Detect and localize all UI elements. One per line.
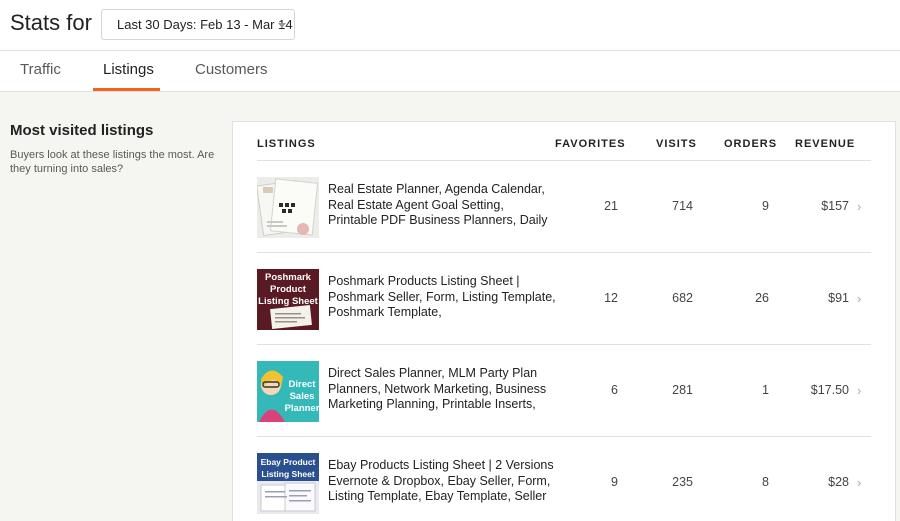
favorites-count: 21	[604, 199, 618, 213]
column-header-favorites: FAVORITES	[555, 138, 626, 150]
poshmark-thumbnail-icon: Poshmark Product Listing Sheet	[257, 269, 319, 330]
listing-title[interactable]: Poshmark Products Listing Sheet | Poshma…	[328, 274, 556, 321]
favorites-count: 12	[604, 291, 618, 305]
thumb-text-2: Listing Sheet	[261, 469, 315, 479]
listing-thumbnail: Poshmark Product Listing Sheet	[257, 269, 319, 330]
tab-traffic[interactable]: Traffic	[10, 51, 71, 91]
column-header-revenue: REVENUE	[795, 138, 856, 150]
orders-count: 1	[762, 383, 769, 397]
page-title: Stats for	[10, 10, 92, 35]
thumb-text-1: Ebay Product	[261, 457, 316, 467]
date-range-value: Last 30 Days: Feb 13 - Mar 14	[117, 17, 293, 32]
thumb-text-2: Product	[270, 284, 307, 295]
revenue-amount: $17.50	[810, 383, 849, 397]
revenue-amount: $91	[828, 291, 849, 305]
revenue-amount: $28	[828, 475, 849, 489]
thumb-text-1: Poshmark	[265, 272, 312, 283]
orders-count: 8	[762, 475, 769, 489]
listing-title[interactable]: Direct Sales Planner, MLM Party Plan Pla…	[328, 366, 556, 413]
thumb-text-3: Listing Sheet	[258, 296, 318, 307]
listing-title[interactable]: Ebay Products Listing Sheet | 2 Versions…	[328, 458, 556, 505]
orders-count: 9	[762, 199, 769, 213]
chevron-right-icon[interactable]: ›	[857, 291, 861, 306]
orders-count: 26	[755, 291, 769, 305]
favorites-count: 9	[611, 475, 618, 489]
listing-title[interactable]: Real Estate Planner, Agenda Calendar, Re…	[328, 182, 556, 229]
column-header-listings: LISTINGS	[257, 138, 316, 150]
section-intro: Most visited listings Buyers look at the…	[10, 122, 215, 176]
table-row[interactable]: Direct Sales Planner Direct Sales Planne…	[257, 345, 871, 437]
thumb-text-1: Direct	[289, 379, 317, 390]
listings-table: LISTINGS FAVORITES VISITS ORDERS REVENUE…	[232, 121, 896, 521]
tab-listings[interactable]: Listings	[93, 51, 160, 91]
table-row[interactable]: Poshmark Product Listing Sheet Poshmark …	[257, 253, 871, 345]
chevron-right-icon[interactable]: ›	[857, 199, 861, 214]
listing-thumbnail: Direct Sales Planner	[257, 361, 319, 422]
ebay-thumbnail-icon: Ebay Product Listing Sheet	[257, 453, 319, 514]
listing-thumbnail	[257, 177, 319, 238]
chevron-down-icon	[278, 23, 286, 28]
thumb-text-3: Planner	[285, 403, 319, 414]
planner-thumbnail-icon	[257, 177, 319, 238]
listing-thumbnail: Ebay Product Listing Sheet	[257, 453, 319, 514]
revenue-amount: $157	[821, 199, 849, 213]
visits-count: 281	[672, 383, 693, 397]
date-range-select[interactable]: Last 30 Days: Feb 13 - Mar 14	[101, 9, 295, 40]
table-row[interactable]: Real Estate Planner, Agenda Calendar, Re…	[257, 161, 871, 253]
page-header: Stats for Last 30 Days: Feb 13 - Mar 14	[0, 0, 900, 50]
chevron-right-icon[interactable]: ›	[857, 475, 861, 490]
column-header-orders: ORDERS	[724, 138, 778, 150]
table-row[interactable]: Ebay Product Listing Sheet Ebay Products…	[257, 437, 871, 521]
section-heading: Most visited listings	[10, 122, 154, 139]
visits-count: 235	[672, 475, 693, 489]
section-description: Buyers look at these listings the most. …	[10, 149, 215, 175]
favorites-count: 6	[611, 383, 618, 397]
visits-count: 714	[672, 199, 693, 213]
visits-count: 682	[672, 291, 693, 305]
mlm-planner-thumbnail-icon: Direct Sales Planner	[257, 361, 319, 422]
tab-customers[interactable]: Customers	[185, 51, 278, 91]
chevron-right-icon[interactable]: ›	[857, 383, 861, 398]
stats-tabs: Traffic Listings Customers	[0, 50, 900, 92]
column-header-visits: VISITS	[656, 138, 697, 150]
thumb-text-2: Sales	[290, 391, 315, 402]
